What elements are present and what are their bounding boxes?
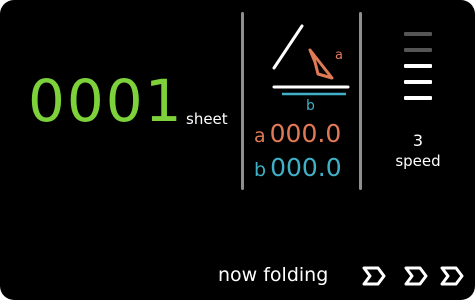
- angle-a-label: a: [254, 125, 266, 147]
- fold-arrow-icon: [362, 266, 386, 286]
- angle-b-reading: b 000.0: [254, 155, 342, 180]
- speed-value: 3: [412, 131, 424, 150]
- speed-bar: [404, 48, 432, 52]
- speed-bar: [404, 96, 432, 100]
- speed-label: speed: [395, 152, 441, 170]
- fold-arrow-icon: [440, 266, 464, 286]
- speed-bar: [404, 80, 432, 84]
- speed-bar: [404, 64, 432, 68]
- svg-text:a: a: [335, 48, 343, 63]
- divider-left: [241, 12, 244, 190]
- speed-bar: [404, 32, 432, 36]
- sheet-unit-label: sheet: [186, 110, 228, 128]
- angle-b-value: 000.0: [270, 153, 342, 182]
- sheet-counter: 0001: [28, 67, 184, 135]
- fold-angle-icon: a b: [272, 24, 350, 112]
- angle-b-label: b: [254, 159, 267, 181]
- divider-right: [359, 12, 362, 190]
- angle-a-reading: a 000.0: [254, 121, 341, 146]
- folding-machine-display: 0001 sheet a b a 000.0 b 000.0 3 speed now…: [0, 0, 475, 300]
- status-text: now folding: [218, 264, 329, 286]
- fold-arrow-icon: [404, 266, 428, 286]
- angle-a-value: 000.0: [269, 119, 342, 148]
- svg-text:b: b: [306, 98, 315, 112]
